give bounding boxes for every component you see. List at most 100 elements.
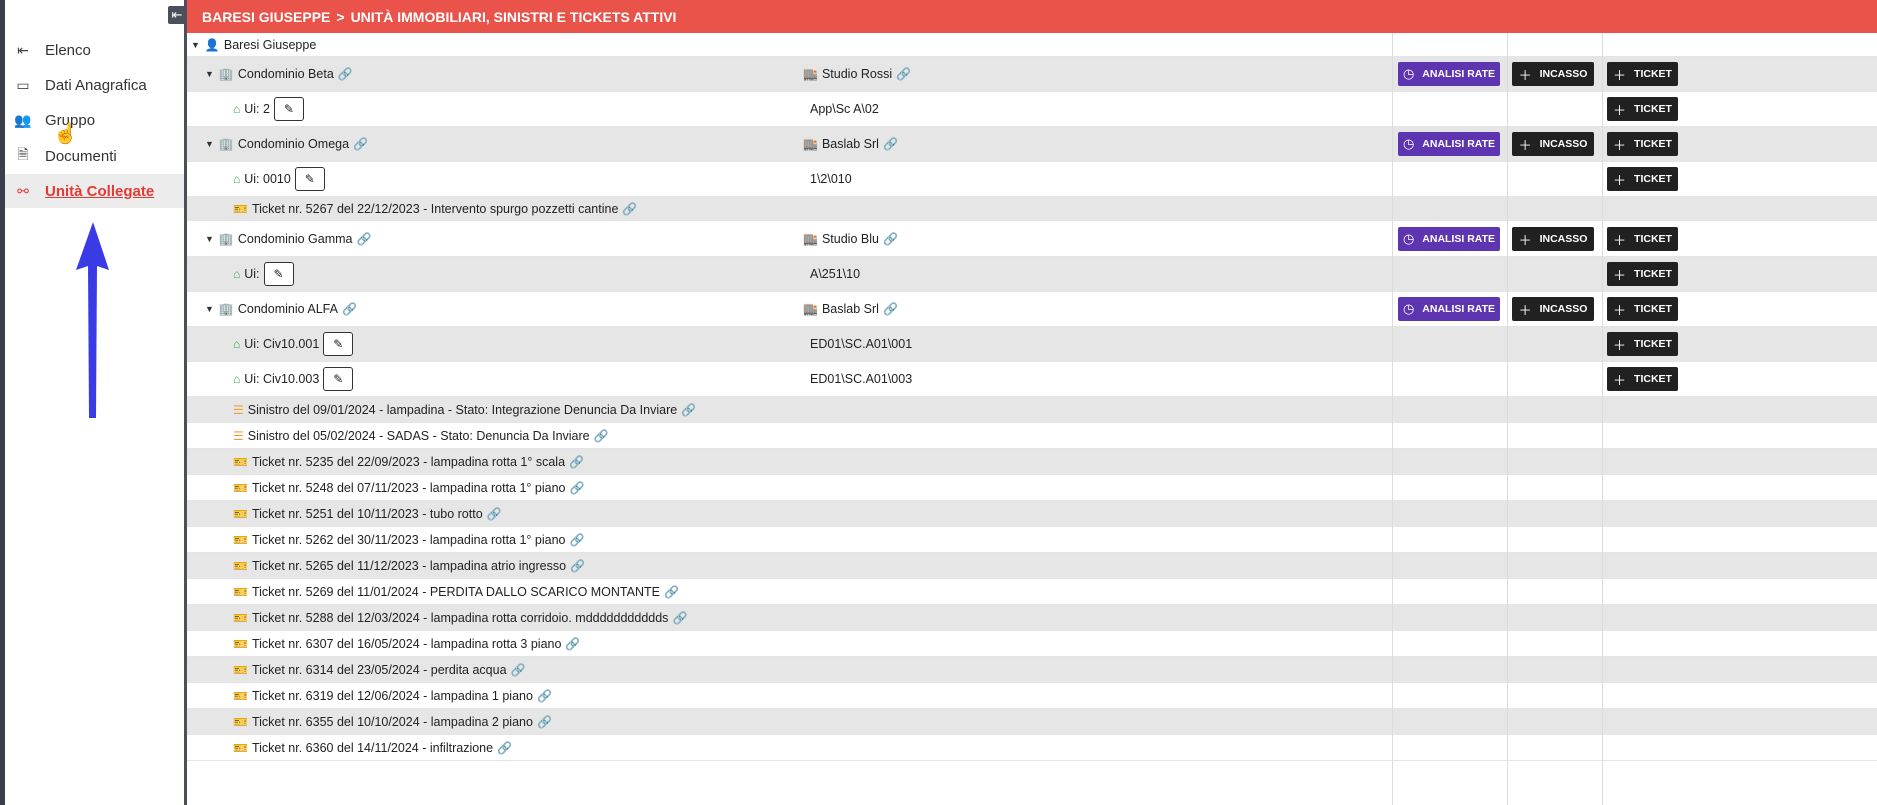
edit-button[interactable]: ✎	[263, 262, 294, 286]
claim-row: ☰ Sinistro del 05/02/2024 - SADAS - Stat…	[187, 423, 1877, 449]
claim-icon: ☰	[233, 428, 244, 443]
link-icon[interactable]: 🔗	[357, 232, 372, 246]
building-icon: 🏢	[218, 231, 234, 246]
ticket-icon: 🎫	[233, 584, 248, 599]
ticket-row: 🎫 Ticket nr. 6314 del 23/05/2024 - perdit…	[187, 657, 1877, 683]
ticket-row: 🎫 Ticket nr. 5267 del 22/12/2023 - Inter…	[187, 197, 1877, 221]
link-icon[interactable]: 🔗	[353, 137, 368, 151]
ticket-button[interactable]: ＋ TICKET	[1607, 132, 1678, 156]
condo-cell[interactable]: ▼ 🏢 Condominio ALFA 🔗	[205, 292, 357, 326]
link-icon[interactable]: 🔗	[883, 302, 898, 316]
link-icon[interactable]: 🔗	[570, 533, 585, 547]
condo-row: ▼ 🏢 Condominio Omega 🔗 🏬 Baslab Srl 🔗 ◷ A…	[187, 127, 1877, 162]
ticket-label: Ticket nr. 5265 del 11/12/2023 - lampadi…	[251, 558, 567, 573]
condo-cell[interactable]: ▼ 🏢 Condominio Gamma 🔗	[205, 221, 371, 256]
condo-row: ▼ 🏢 Condominio Beta 🔗 🏬 Studio Rossi 🔗 ◷…	[187, 57, 1877, 92]
ticket-button[interactable]: ＋ TICKET	[1607, 97, 1678, 121]
incasso-button[interactable]: ＋ INCASSO	[1512, 62, 1594, 86]
link-icon[interactable]: 🔗	[497, 741, 512, 755]
ticket-button[interactable]: ＋ TICKET	[1607, 332, 1678, 356]
edit-button[interactable]: ✎	[294, 167, 325, 191]
edit-button[interactable]: ✎	[323, 332, 354, 356]
link-icon[interactable]: 🔗	[896, 67, 911, 81]
unit-cell: ⌂ Ui: ✎	[233, 257, 294, 291]
plus-icon: ＋	[1613, 137, 1627, 153]
office-icon: 🏬	[803, 67, 818, 81]
ticket-button[interactable]: ＋ TICKET	[1607, 297, 1678, 321]
button-label: ANALISI RATE	[1422, 303, 1496, 315]
sidebar-item-unita-collegate[interactable]: ⚯ Unità Collegate	[5, 174, 184, 208]
link-icon[interactable]: 🔗	[883, 137, 898, 151]
id-card-icon: ▭	[16, 76, 30, 93]
condo-name: Condominio ALFA	[237, 302, 338, 316]
analisi-rate-button[interactable]: ◷ ANALISI RATE	[1398, 297, 1500, 321]
tree-root[interactable]: ▼ 👤 Baresi Giuseppe	[191, 33, 316, 56]
unit-cell: ⌂ Ui: 0010 ✎	[233, 162, 325, 196]
incasso-button[interactable]: ＋ INCASSO	[1512, 227, 1594, 251]
ticket-button[interactable]: ＋ TICKET	[1607, 262, 1678, 286]
link-icon[interactable]: 🔗	[511, 663, 526, 677]
ticket-icon: 🎫	[233, 201, 248, 216]
link-icon[interactable]: 🔗	[883, 232, 898, 246]
plus-icon: ＋	[1613, 232, 1627, 248]
building-icon: 🏢	[218, 137, 234, 151]
ticket-label: Ticket nr. 6314 del 23/05/2024 - perdita…	[251, 662, 507, 677]
link-icon[interactable]: 🔗	[537, 715, 552, 729]
ticket-button[interactable]: ＋ TICKET	[1607, 367, 1678, 391]
condo-cell[interactable]: ▼ 🏢 Condominio Beta 🔗	[205, 57, 353, 91]
claim-row: ☰ Sinistro del 09/01/2024 - lampadina - …	[187, 397, 1877, 423]
condo-cell[interactable]: ▼ 🏢 Condominio Omega 🔗	[205, 127, 368, 161]
caret-down-icon[interactable]: ▼	[205, 234, 214, 244]
ticket-row: 🎫 Ticket nr. 5235 del 22/09/2023 - lampad…	[187, 449, 1877, 475]
house-icon: ⌂	[233, 172, 241, 186]
ticket-icon: 🎫	[233, 740, 248, 755]
analisi-rate-button[interactable]: ◷ ANALISI RATE	[1398, 62, 1500, 86]
incasso-button[interactable]: ＋ INCASSO	[1512, 297, 1594, 321]
caret-down-icon[interactable]: ▼	[205, 304, 214, 314]
ticket-cell: 🎫 Ticket nr. 5248 del 07/11/2023 - lampad…	[233, 475, 584, 500]
caret-down-icon[interactable]: ▼	[205, 69, 214, 79]
condo-row: ▼ 🏢 Condominio Gamma 🔗 🏬 Studio Blu 🔗 ◷ A…	[187, 221, 1877, 257]
sidebar-item-label: Unità Collegate	[45, 182, 155, 200]
link-icon[interactable]: 🔗	[622, 202, 637, 216]
condo-name: Condominio Gamma	[237, 231, 353, 246]
edit-button[interactable]: ✎	[273, 97, 304, 121]
sidebar-item-documenti[interactable]: 🗎 Documenti	[5, 139, 184, 173]
link-icon[interactable]: 🔗	[487, 507, 502, 521]
ticket-label: Ticket nr. 6307 del 16/05/2024 - lampadi…	[251, 636, 562, 651]
edit-button[interactable]: ✎	[323, 367, 354, 391]
link-icon[interactable]: 🔗	[594, 429, 609, 443]
unit-row: ⌂ Ui: Civ10.001 ✎ ED01\SC.A01\001 ＋ TICKE…	[187, 327, 1877, 362]
analisi-rate-button[interactable]: ◷ ANALISI RATE	[1398, 227, 1500, 251]
ticket-row: 🎫 Ticket nr. 5251 del 10/11/2023 - tubo r…	[187, 501, 1877, 527]
ticket-button[interactable]: ＋ TICKET	[1607, 167, 1678, 191]
caret-down-icon[interactable]: ▼	[205, 139, 214, 149]
link-icon[interactable]: 🔗	[570, 559, 585, 573]
link-icon[interactable]: 🔗	[664, 585, 679, 599]
ticket-label: Ticket nr. 5235 del 22/09/2023 - lampadi…	[251, 454, 566, 469]
link-icon[interactable]: 🔗	[342, 302, 357, 316]
link-icon[interactable]: 🔗	[681, 403, 696, 417]
button-label: TICKET	[1634, 268, 1672, 280]
link-icon[interactable]: 🔗	[672, 611, 687, 625]
link-icon[interactable]: 🔗	[537, 689, 552, 703]
link-icon[interactable]: 🔗	[338, 67, 353, 81]
incasso-button[interactable]: ＋ INCASSO	[1512, 132, 1594, 156]
sidebar-item-elenco[interactable]: ⇤ Elenco	[5, 33, 184, 67]
ticket-button[interactable]: ＋ TICKET	[1607, 227, 1678, 251]
analisi-rate-button[interactable]: ◷ ANALISI RATE	[1398, 132, 1500, 156]
ticket-row: 🎫 Ticket nr. 6360 del 14/11/2024 - infilt…	[187, 735, 1877, 761]
office-icon: 🏬	[803, 231, 818, 246]
link-icon[interactable]: 🔗	[565, 637, 580, 651]
plus-icon: ＋	[1613, 302, 1627, 318]
sidebar-item-dati-anagrafica[interactable]: ▭ Dati Anagrafica	[5, 68, 184, 102]
ticket-button[interactable]: ＋ TICKET	[1607, 62, 1678, 86]
sidebar-item-gruppo[interactable]: 👥 Gruppo	[5, 103, 184, 137]
caret-down-icon[interactable]: ▼	[191, 40, 200, 50]
link-icon[interactable]: 🔗	[569, 455, 584, 469]
sidebar-item-label: Documenti	[45, 147, 117, 165]
unit-code: App\Sc A\02	[810, 102, 879, 116]
admin-name: Studio Rossi	[821, 67, 893, 81]
link-icon[interactable]: 🔗	[570, 481, 585, 495]
ticket-cell: 🎫 Ticket nr. 6314 del 23/05/2024 - perdit…	[233, 657, 525, 682]
